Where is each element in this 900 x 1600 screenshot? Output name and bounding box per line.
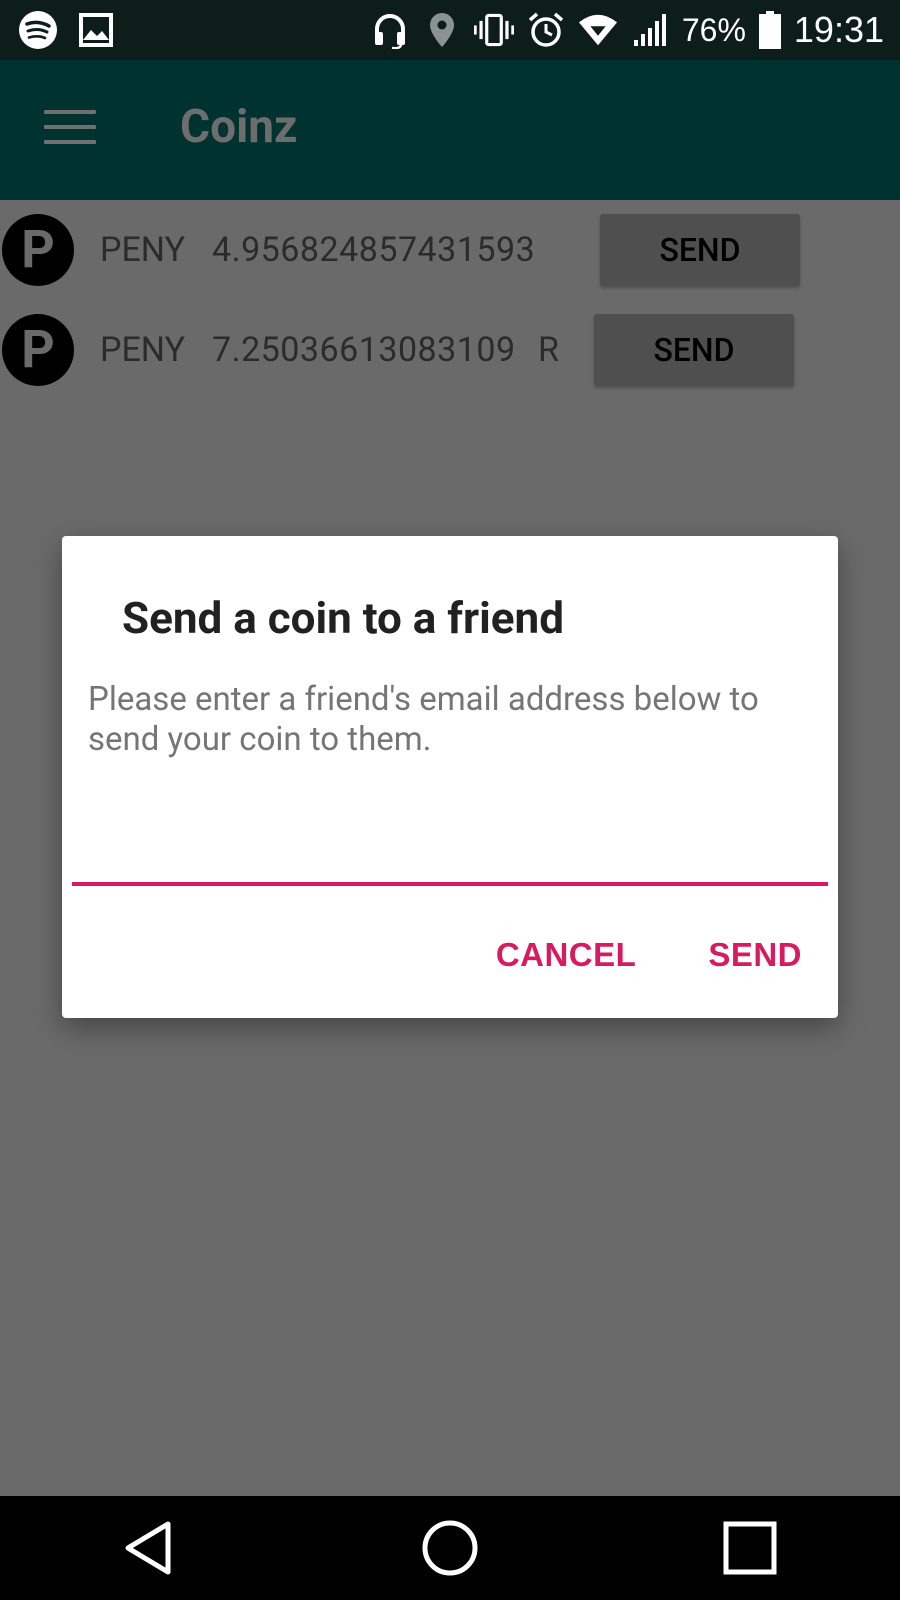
- spotify-icon: [18, 10, 58, 50]
- home-icon[interactable]: [410, 1508, 490, 1588]
- recents-icon[interactable]: [710, 1508, 790, 1588]
- coin-flag: R: [538, 330, 559, 370]
- vibrate-icon: [473, 10, 514, 50]
- coin-value: 7.25036613083109: [212, 330, 516, 370]
- back-icon[interactable]: [110, 1508, 190, 1588]
- cancel-button[interactable]: CANCEL: [460, 936, 673, 974]
- coin-list: P PENY 4.956824857431593 SEND P PENY 7.2…: [0, 200, 900, 400]
- send-coin-button[interactable]: SEND: [600, 214, 800, 286]
- location-icon: [422, 10, 462, 50]
- alarm-icon: [526, 10, 566, 50]
- headset-icon: [370, 10, 410, 50]
- clock: 19:31: [793, 9, 884, 50]
- coin-currency: PENY: [100, 230, 185, 270]
- app-title: Coinz: [180, 100, 298, 154]
- battery-percent: 76%: [681, 11, 746, 48]
- battery-icon: [758, 10, 782, 50]
- navigation-bar: [0, 1496, 900, 1600]
- send-button[interactable]: SEND: [672, 936, 838, 974]
- coin-p-icon: P: [2, 214, 74, 286]
- coin-currency: PENY: [100, 330, 185, 370]
- email-field[interactable]: [72, 802, 828, 886]
- send-coin-dialog: Send a coin to a friend Please enter a f…: [62, 536, 838, 1018]
- dialog-message: Please enter a friend's email address be…: [88, 680, 759, 759]
- send-coin-button[interactable]: SEND: [594, 314, 794, 386]
- list-item: P PENY 7.25036613083109 R SEND: [0, 300, 900, 400]
- coin-value: 4.956824857431593: [212, 230, 536, 270]
- wifi-icon: [578, 10, 618, 50]
- gallery-icon: [76, 10, 116, 50]
- signal-icon: [630, 10, 670, 50]
- dialog-title: Send a coin to a friend: [122, 592, 564, 644]
- status-bar: 76% 19:31: [0, 0, 900, 60]
- coin-p-icon: P: [2, 314, 74, 386]
- menu-icon[interactable]: [44, 110, 96, 150]
- app-bar: Coinz: [0, 60, 900, 200]
- list-item: P PENY 4.956824857431593 SEND: [0, 200, 900, 300]
